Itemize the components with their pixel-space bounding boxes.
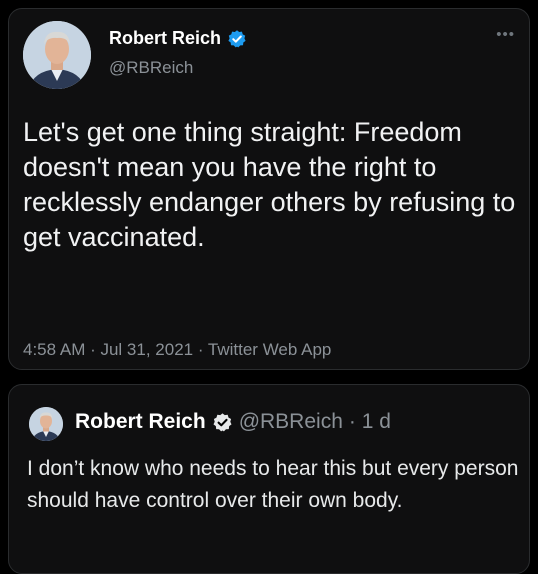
- author-name-text: Robert Reich: [109, 28, 222, 48]
- tweet-text: Let's get one thing straight: Freedom do…: [23, 117, 516, 252]
- quoted-author-handle[interactable]: @RBReich: [239, 410, 343, 434]
- quoted-author-name[interactable]: Robert Reich: [75, 410, 206, 434]
- quoted-avatar[interactable]: [29, 407, 63, 441]
- profile-photo-icon: [23, 21, 91, 89]
- quoted-timestamp: · 1 d: [348, 410, 391, 433]
- avatar[interactable]: [23, 21, 91, 89]
- verified-badge-icon: [212, 412, 233, 433]
- tweet-meta: 4:58 AM · Jul 31, 2021 · Twitter Web App: [23, 340, 332, 359]
- more-horizontal-icon[interactable]: •••: [496, 27, 515, 42]
- quoted-tweet-text: I don’t know who needs to hear this but …: [27, 457, 519, 512]
- quoted-header: Robert Reich @RBReich · 1 d: [75, 410, 391, 434]
- author-name[interactable]: Robert Reich: [109, 28, 247, 49]
- quoted-tweet-card[interactable]: Robert Reich @RBReich · 1 d I don’t know…: [8, 384, 530, 574]
- verified-badge-icon: [227, 29, 247, 49]
- profile-photo-icon: [29, 407, 63, 441]
- tweet-card[interactable]: Robert Reich @RBReich ••• Let's get one …: [8, 8, 530, 370]
- author-handle[interactable]: @RBReich: [109, 58, 193, 78]
